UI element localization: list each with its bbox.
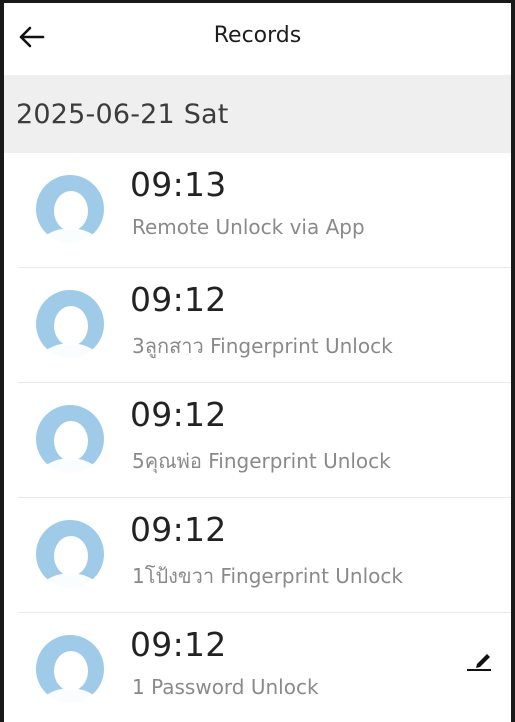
edit-button[interactable] — [461, 643, 497, 679]
record-item[interactable]: 09:12 1โป้งขวา Fingerprint Unlock — [18, 498, 511, 613]
date-group-header: 2025-06-21 Sat — [4, 75, 511, 153]
record-description: 5คุณพ่อ Fingerprint Unlock — [132, 449, 391, 473]
record-item[interactable]: 09:13 Remote Unlock via App — [18, 153, 511, 268]
record-time: 09:12 — [130, 280, 227, 319]
app-frame: Records 2025-06-21 Sat 09:13 Remote Unlo… — [0, 0, 515, 722]
user-avatar-icon — [36, 635, 104, 703]
record-description: 3ลูกสาว Fingerprint Unlock — [132, 334, 393, 358]
top-bar: Records — [4, 3, 511, 75]
record-description: 1 Password Unlock — [132, 675, 319, 699]
record-time: 09:12 — [130, 510, 227, 549]
record-item[interactable]: 09:12 5คุณพ่อ Fingerprint Unlock — [18, 383, 511, 498]
record-description: Remote Unlock via App — [132, 215, 365, 239]
record-item[interactable]: 09:12 1 Password Unlock — [18, 613, 511, 722]
pencil-edit-icon — [467, 654, 491, 671]
page-title: Records — [213, 23, 302, 48]
record-time: 09:12 — [130, 625, 227, 664]
date-label: 2025-06-21 Sat — [16, 98, 229, 130]
user-avatar-icon — [36, 405, 104, 473]
user-avatar-icon — [36, 290, 104, 358]
user-avatar-icon — [36, 520, 104, 588]
record-time: 09:13 — [130, 165, 227, 204]
record-description: 1โป้งขวา Fingerprint Unlock — [132, 564, 403, 588]
record-item[interactable]: 09:12 3ลูกสาว Fingerprint Unlock — [18, 268, 511, 383]
record-time: 09:12 — [130, 395, 227, 434]
user-avatar-icon — [36, 175, 104, 243]
records-list: 09:13 Remote Unlock via App 09:12 3ลูกสา… — [4, 153, 511, 722]
